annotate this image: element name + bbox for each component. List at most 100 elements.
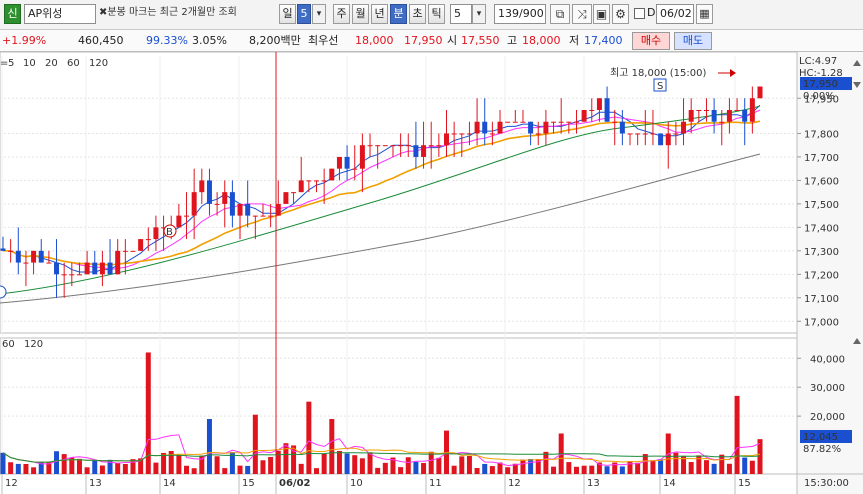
checkbox[interactable] <box>634 8 645 19</box>
volume-bar <box>31 467 37 474</box>
candle-body <box>69 274 75 276</box>
high-value: 18,000 <box>522 34 561 47</box>
candle-body <box>405 145 411 147</box>
volume-bar <box>566 462 572 474</box>
volume-bar <box>92 460 98 474</box>
candle-body <box>543 121 549 134</box>
gear-icon[interactable]: ⚙ <box>612 4 629 24</box>
volume-bar <box>375 467 381 474</box>
tab-minute[interactable]: 분 <box>390 4 407 24</box>
interval-input[interactable]: 5 <box>450 4 472 24</box>
candle-body <box>489 133 495 135</box>
volume-bar <box>482 463 488 474</box>
calendar-icon[interactable]: ▦ <box>696 4 713 24</box>
candle-body <box>306 180 312 182</box>
candle-body <box>757 86 763 99</box>
volume-bar <box>742 457 748 474</box>
candle-body <box>314 180 320 182</box>
open-label: 시 <box>447 34 458 47</box>
volume-bar <box>551 466 557 474</box>
current-volume-tag: 12,045 <box>803 432 838 443</box>
price-tick-label: 17,700 <box>804 153 839 164</box>
volume-bar <box>474 467 480 474</box>
candle-body <box>191 192 197 216</box>
candle-body <box>734 109 740 111</box>
candle-body <box>428 145 434 147</box>
candle-body <box>84 262 90 275</box>
candle-style-icon[interactable]: ⧉ <box>550 4 570 24</box>
volume-bar <box>8 462 14 474</box>
quote-bar: +1.99% 460,450 99.33% 3.05% 8,200백만 최우선 … <box>0 30 863 52</box>
tab-year[interactable]: 년 <box>371 4 388 24</box>
candle-body <box>482 121 488 134</box>
candle-body <box>344 156 350 169</box>
volume-bar <box>306 401 312 474</box>
volume-bar <box>352 455 358 474</box>
candle-body <box>688 109 694 122</box>
legend-ma-5: 5 <box>8 58 14 69</box>
candle-body <box>665 133 671 146</box>
tab-day[interactable]: 일 <box>279 4 296 24</box>
stock-name-field[interactable]: AP위성 <box>24 4 96 24</box>
interval-dropdown[interactable]: ▾ <box>472 4 486 24</box>
tab-day-count[interactable]: 5 <box>297 4 311 24</box>
volume-bar <box>76 458 82 474</box>
candle-body <box>222 192 228 204</box>
stock-type-badge: 신 <box>4 4 21 24</box>
volume-bar <box>298 463 304 474</box>
candle-body <box>92 262 98 275</box>
crosshair-icon[interactable]: ⤨ <box>572 4 592 24</box>
candle-body <box>145 239 151 241</box>
volume-pct-tag: 87.82% <box>803 444 841 455</box>
price-volume-chart[interactable]: = 5 10 20 60 120 60 120 17,95017,80017,70017,… <box>0 52 863 494</box>
sell-mark-label: S <box>657 81 663 92</box>
volume-bar <box>696 455 702 474</box>
legend-vol-ma-60: 60 <box>2 339 15 350</box>
tab-month[interactable]: 월 <box>352 4 369 24</box>
candle-body <box>528 121 534 134</box>
candle-body <box>291 192 297 194</box>
candle-body <box>375 145 381 147</box>
time-tick-label: 10 <box>350 478 363 489</box>
volume-bar <box>589 465 595 474</box>
buy-button[interactable]: 매수 <box>632 32 670 50</box>
volume-bar <box>543 451 549 474</box>
volume-bar <box>260 460 266 474</box>
candle-body <box>642 133 648 135</box>
candle-body <box>283 192 289 204</box>
volume-bar <box>398 467 404 474</box>
candle-body <box>635 133 641 135</box>
volume-bar <box>0 452 6 474</box>
low-value: 17,400 <box>584 34 623 47</box>
tab-week[interactable]: 주 <box>333 4 350 24</box>
volume-tick-label: 20,000 <box>810 412 845 423</box>
volume-bar <box>528 458 534 474</box>
tab-tick[interactable]: 틱 <box>428 4 445 24</box>
legend-ma-20: 20 <box>45 58 58 69</box>
date-input[interactable]: 06/02 <box>656 4 694 24</box>
time-tick-label: 15 <box>738 478 751 489</box>
candle-body <box>298 180 304 193</box>
volume-bar <box>23 463 29 474</box>
day-count-dropdown[interactable]: ▾ <box>312 4 326 24</box>
volume-bar <box>581 465 587 474</box>
candle-body <box>76 274 82 276</box>
candle-body <box>604 98 610 122</box>
volume-bar <box>54 451 60 474</box>
candle-body <box>138 239 144 251</box>
candle-body <box>245 203 251 216</box>
candle-body <box>619 121 625 134</box>
low-label: 저 <box>569 34 580 47</box>
candle-body <box>459 133 465 135</box>
tab-second[interactable]: 초 <box>409 4 426 24</box>
price-tick-label: 17,300 <box>804 247 839 258</box>
volume-bar <box>413 461 419 474</box>
candle-body <box>46 262 52 264</box>
save-icon[interactable]: ▣ <box>593 4 610 24</box>
candle-body <box>382 145 388 147</box>
time-tick-label: 06/02 <box>279 478 311 489</box>
candle-body <box>558 121 564 123</box>
current-pct-tag: 0.00% <box>803 91 835 102</box>
candle-body <box>38 250 44 263</box>
sell-button[interactable]: 매도 <box>674 32 712 50</box>
